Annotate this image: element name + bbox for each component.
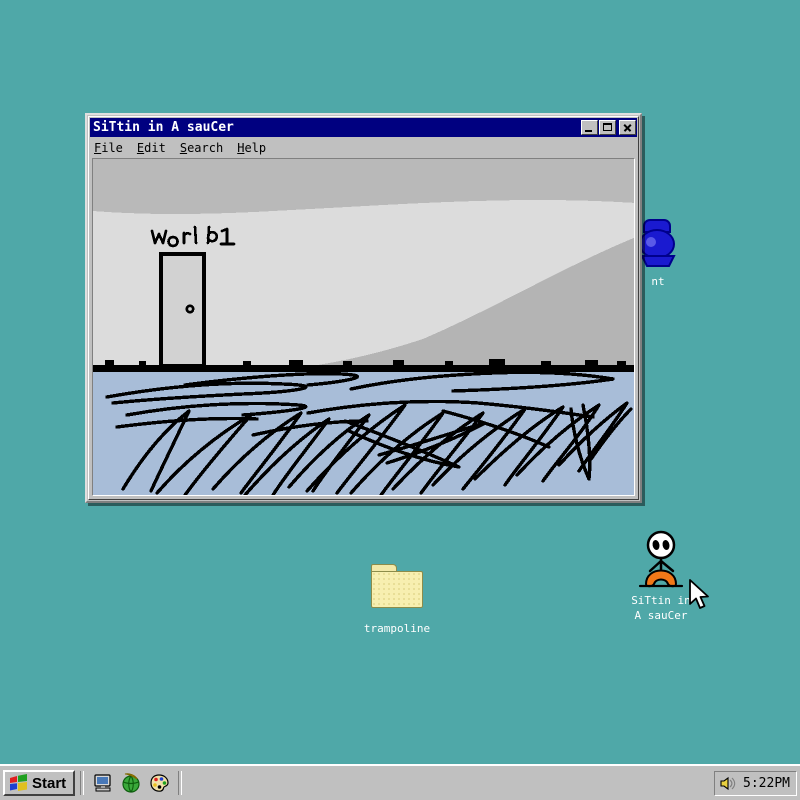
internet-explorer-icon[interactable] <box>120 772 142 794</box>
window-title-bar[interactable]: SiTtin in A sauCer <box>90 118 637 137</box>
menu-item-help[interactable]: Help <box>237 141 266 155</box>
application-window[interactable]: SiTtin in A sauCer File Edit Search Help <box>85 113 642 503</box>
desktop-icon-trampoline-label: trampoline <box>363 622 431 635</box>
start-button[interactable]: Start <box>3 770 76 796</box>
windows-flag-icon <box>10 774 27 791</box>
menu-item-search[interactable]: Search <box>180 141 223 155</box>
maximize-icon <box>603 123 612 131</box>
folder-icon <box>349 558 445 620</box>
window-title: SiTtin in A sauCer <box>93 120 234 135</box>
speaker-icon[interactable] <box>720 776 736 791</box>
show-desktop-icon[interactable] <box>92 772 114 794</box>
taskbar-separator-1 <box>80 771 85 795</box>
taskbar[interactable]: Start 5:22PM <box>0 764 800 800</box>
desktop-icon-trampoline[interactable]: trampoline <box>349 558 445 635</box>
desktop[interactable]: nt SiTtin in A sauCer File Edit Search H… <box>0 0 800 800</box>
menu-item-file[interactable]: File <box>94 141 123 155</box>
drawing-canvas[interactable] <box>92 158 635 496</box>
close-button[interactable] <box>619 120 636 135</box>
arrow-cursor <box>689 579 709 609</box>
taskbar-separator-2 <box>178 771 183 795</box>
system-tray[interactable]: 5:22PM <box>714 770 797 796</box>
taskbar-clock: 5:22PM <box>743 775 790 791</box>
paint-palette-icon[interactable] <box>148 772 170 794</box>
minimize-icon <box>585 130 592 132</box>
scene-artwork <box>93 159 634 495</box>
window-menu-bar[interactable]: File Edit Search Help <box>90 138 637 157</box>
maximize-button[interactable] <box>599 120 616 135</box>
door <box>159 252 206 368</box>
minimize-button[interactable] <box>581 120 598 135</box>
start-button-label: Start <box>32 774 67 792</box>
menu-item-edit[interactable]: Edit <box>137 141 166 155</box>
